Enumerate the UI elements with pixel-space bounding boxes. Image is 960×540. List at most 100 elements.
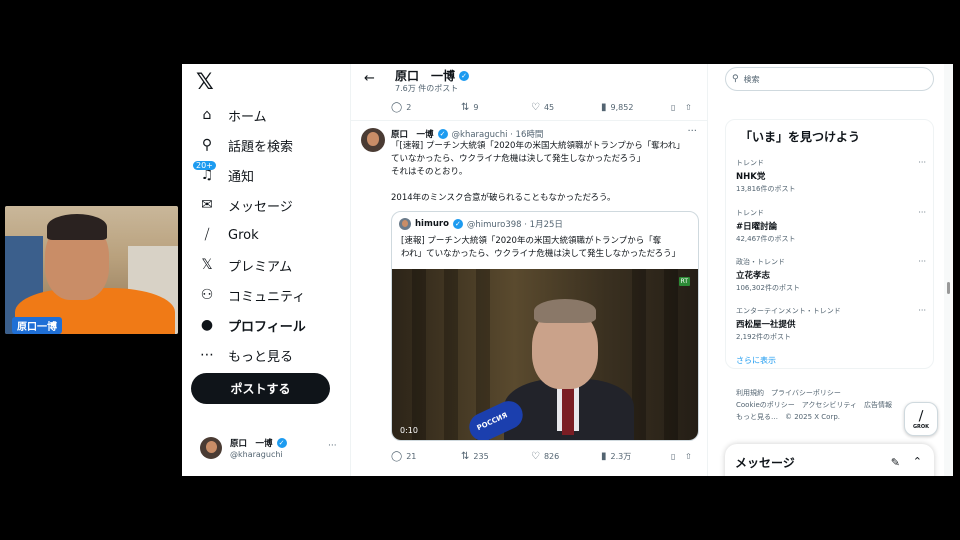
sidebar-item-label: プレミアム bbox=[228, 259, 293, 275]
repost-icon: ⇅ bbox=[461, 101, 470, 113]
verified-icon: ✓ bbox=[459, 70, 470, 81]
profile-icon: ● bbox=[200, 317, 214, 333]
community-icon: ⚇ bbox=[200, 287, 214, 303]
sidebar-item-profile[interactable]: ● プロフィール bbox=[198, 312, 306, 338]
page-title: 原口 一博 bbox=[395, 69, 456, 83]
sidebar-item-label: 話題を検索 bbox=[228, 139, 294, 155]
search-input[interactable]: ⚲ 検索 bbox=[725, 67, 934, 91]
show-more-link[interactable]: さらに表示 bbox=[736, 355, 776, 366]
trends-panel: 「いま」を見つけよう トレンド NHK党 13,816件のポスト ··· トレンド #日曜… bbox=[725, 119, 934, 369]
more-icon[interactable]: ··· bbox=[328, 441, 337, 451]
x-window: 𝕏 20+ ⌂ ホーム ⚲ 話題を検索 ♫ 通知 ✉ メッセージ ⧸ Grok 𝕏 プレミアム ⚇ コミュ… bbox=[182, 64, 953, 476]
timeline-column: ← 原口 一博 ✓ 7.6万 件のポスト ◯ 2 ⇅ 9 ♡ 45 ▮ 9,852 ▯ … bbox=[350, 64, 708, 476]
footer-links[interactable]: 利用規約 プライバシーポリシー bbox=[736, 388, 841, 398]
grok-button[interactable]: ⧸ GROK bbox=[904, 402, 938, 436]
footer-links[interactable]: もっと見る… © 2025 X Corp. bbox=[736, 412, 840, 422]
sidebar-item-grok[interactable]: ⧸ Grok bbox=[198, 222, 259, 248]
x-logo-icon[interactable]: 𝕏 bbox=[196, 70, 214, 95]
bookmark-icon[interactable]: ▯ bbox=[671, 103, 685, 112]
views-button[interactable]: ▮ 9,852 bbox=[601, 102, 671, 113]
post-actions: ◯ 21 ⇅ 235 ♡ 826 ▮ 2.3万 ▯ ⇧ bbox=[391, 448, 699, 464]
messages-title: メッセージ bbox=[735, 456, 795, 470]
account-switcher[interactable]: 原口 一博 ✓ @kharaguchi ··· bbox=[200, 435, 350, 465]
bookmark-icon[interactable]: ▯ bbox=[671, 452, 685, 461]
trend-topic: NHK党 bbox=[736, 172, 766, 182]
reply-button[interactable]: ◯ 21 bbox=[391, 451, 461, 462]
expand-icon[interactable]: ⌃ bbox=[913, 455, 922, 468]
more-icon[interactable]: ··· bbox=[918, 208, 926, 217]
repost-button[interactable]: ⇅ 9 bbox=[461, 102, 531, 113]
like-button[interactable]: ♡ 826 bbox=[531, 451, 601, 462]
prev-post-actions: ◯ 2 ⇅ 9 ♡ 45 ▮ 9,852 ▯ ⇧ bbox=[391, 99, 699, 115]
like-button[interactable]: ♡ 45 bbox=[531, 102, 601, 113]
trend-context: 政治・トレンド bbox=[736, 258, 785, 266]
trend-post-count: 2,192件のポスト bbox=[736, 333, 792, 341]
post-author[interactable]: 原口 一博 bbox=[391, 128, 434, 140]
sidebar-item-x-premium[interactable]: 𝕏 プレミアム bbox=[198, 252, 292, 278]
trend-item[interactable]: トレンド NHK党 13,816件のポスト ··· bbox=[736, 158, 926, 194]
verified-icon: ✓ bbox=[276, 438, 287, 448]
reply-icon: ◯ bbox=[391, 101, 403, 113]
trend-item[interactable]: 政治・トレンド 立花孝志 106,302件のポスト ··· bbox=[736, 257, 926, 293]
video-player[interactable]: РОССИЯ RT 0:10 bbox=[392, 269, 698, 440]
trend-topic: #日曜討論 bbox=[736, 222, 778, 232]
quote-text-line: われ」ていなかったら、ウクライナ危機は決して発生しなかっただろう」 bbox=[401, 249, 681, 259]
screen: 原口一博 𝕏 20+ ⌂ ホーム ⚲ 話題を検索 ♫ 通知 ✉ メッセージ ⧸ Grok 𝕏 プレミア… bbox=[0, 0, 960, 540]
x-premium-icon: 𝕏 bbox=[201, 257, 213, 273]
sidebar-item-search[interactable]: ⚲ 話題を検索 bbox=[198, 132, 293, 158]
more-icon[interactable]: ··· bbox=[918, 257, 926, 266]
more-icon[interactable]: ··· bbox=[918, 306, 926, 315]
search-icon: ⚲ bbox=[201, 137, 213, 153]
trend-post-count: 13,816件のポスト bbox=[736, 185, 796, 193]
trend-post-count: 42,467件のポスト bbox=[736, 235, 796, 243]
reply-button[interactable]: ◯ 2 bbox=[391, 102, 461, 113]
trend-item[interactable]: エンターテインメント・トレンド 西松屋一社提供 2,192件のポスト ··· bbox=[736, 306, 926, 342]
trend-context: エンターテインメント・トレンド bbox=[736, 307, 841, 315]
compose-message-icon[interactable]: ✎ bbox=[891, 456, 900, 469]
scrollbar[interactable] bbox=[944, 64, 953, 476]
back-arrow-icon[interactable]: ← bbox=[364, 71, 375, 86]
more-icon[interactable]: ··· bbox=[687, 126, 697, 137]
quoted-post[interactable]: himuro ✓ @himuro398 · 1月25日 [速報] プーチン大統領… bbox=[391, 211, 699, 441]
sidebar-item-label: もっと見る bbox=[228, 349, 294, 365]
post-count: 7.6万 件のポスト bbox=[395, 84, 459, 93]
repost-button[interactable]: ⇅ 235 bbox=[461, 451, 531, 462]
trend-topic: 西松屋一社提供 bbox=[736, 320, 796, 330]
avatar bbox=[200, 437, 222, 459]
trend-item[interactable]: トレンド #日曜討論 42,467件のポスト ··· bbox=[736, 208, 926, 244]
repost-icon: ⇅ bbox=[461, 450, 470, 462]
sidebar-item-community[interactable]: ⚇ コミュニティ bbox=[198, 282, 306, 308]
profile-header: ← 原口 一博 ✓ 7.6万 件のポスト bbox=[351, 64, 707, 96]
sidebar-item-mail[interactable]: ✉ メッセージ bbox=[198, 192, 293, 218]
trend-topic: 立花孝志 bbox=[736, 271, 771, 281]
more-icon[interactable]: ··· bbox=[918, 158, 926, 167]
channel-logo: RT bbox=[678, 277, 690, 286]
sidebar-item-home[interactable]: ⌂ ホーム bbox=[198, 102, 267, 128]
heart-icon: ♡ bbox=[531, 450, 540, 462]
post-text-line: 「[速報] プーチン大統領「2020年の米国大統領職がトランプから「奪われ」 bbox=[391, 141, 685, 151]
post-handle: @kharaguchi · 16時間 bbox=[451, 130, 544, 140]
sidebar-item-label: 通知 bbox=[228, 169, 255, 185]
share-icon[interactable]: ⇧ bbox=[685, 452, 692, 461]
avatar[interactable] bbox=[361, 128, 385, 152]
sidebar-item-label: コミュニティ bbox=[228, 289, 306, 305]
bar-chart-icon: ▮ bbox=[601, 101, 607, 113]
sidebar-item-more[interactable]: ⋯ もっと見る bbox=[198, 342, 293, 368]
trend-post-count: 106,302件のポスト bbox=[736, 284, 800, 292]
post-text-line: それはそのとおり。 bbox=[391, 167, 468, 177]
verified-icon: ✓ bbox=[437, 129, 448, 139]
views-button[interactable]: ▮ 2.3万 bbox=[601, 451, 671, 462]
grok-icon: ⧸ bbox=[204, 227, 210, 243]
share-icon[interactable]: ⇧ bbox=[685, 103, 692, 112]
post-button[interactable]: ポストする bbox=[191, 373, 330, 404]
search-icon: ⚲ bbox=[732, 74, 739, 84]
quote-author: himuro bbox=[415, 219, 449, 229]
right-sidebar: ⚲ 検索 「いま」を見つけよう トレンド NHK党 13,816件のポスト ··· トレ… bbox=[708, 64, 953, 476]
webcam-feed: 原口一博 bbox=[5, 206, 178, 334]
post-text-line: 2014年のミンスク合意が破られることもなかっただろう。 bbox=[391, 193, 616, 203]
bar-chart-icon: ▮ bbox=[601, 450, 607, 462]
messages-drawer[interactable]: メッセージ ✎ ⌃ bbox=[725, 444, 934, 476]
footer-links[interactable]: Cookieのポリシー アクセシビリティ 広告情報 bbox=[736, 400, 892, 410]
sidebar-item-label: メッセージ bbox=[228, 199, 293, 215]
quote-text-line: [速報] プーチン大統領「2020年の米国大統領職がトランプから「奪 bbox=[401, 236, 662, 246]
